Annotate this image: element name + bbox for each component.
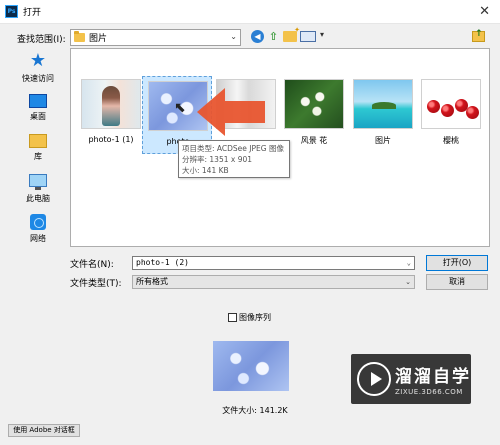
- lookin-label: 查找范围(I):: [17, 35, 66, 45]
- filename-label: 文件名(N):: [70, 260, 114, 270]
- place-library[interactable]: 库: [10, 134, 66, 162]
- thumbnail: [353, 79, 413, 129]
- chevron-down-icon: ⌄: [230, 32, 237, 41]
- file-name: photo-1 (1): [88, 135, 134, 144]
- places-bar: ★ 快速访问 桌面 库 此电脑 网络: [10, 48, 66, 247]
- folder-icon: [74, 31, 85, 42]
- watermark-title: 溜溜自学: [395, 367, 471, 387]
- file-name: 樱桃: [443, 136, 459, 145]
- up-folder-icon[interactable]: ⇧: [267, 30, 280, 43]
- network-icon: [30, 214, 46, 230]
- place-desktop[interactable]: 桌面: [10, 94, 66, 122]
- watermark-url: ZIXUE.3D66.COM: [395, 388, 463, 396]
- chevron-down-icon: ⌄: [405, 278, 411, 286]
- image-sequence-checkbox[interactable]: [228, 313, 237, 322]
- tooltip-size: 大小: 141 KB: [182, 166, 229, 175]
- play-logo-icon: [357, 362, 391, 396]
- filetype-select[interactable]: 所有格式 ⌄: [132, 275, 415, 289]
- image-sequence-label: 图像序列: [239, 313, 271, 322]
- view-menu-icon[interactable]: [300, 30, 324, 42]
- lookin-value: 图片: [89, 34, 108, 44]
- back-icon[interactable]: ◀: [251, 30, 264, 43]
- place-quick-access[interactable]: ★ 快速访问: [10, 52, 66, 84]
- lookin-combobox[interactable]: 图片 ⌄: [70, 29, 241, 46]
- place-label: 网络: [30, 234, 46, 243]
- photoshop-app-icon: Ps: [5, 5, 18, 18]
- place-this-pc[interactable]: 此电脑: [10, 174, 66, 204]
- new-folder-icon[interactable]: [283, 26, 300, 42]
- quick-access-star-icon: ★: [29, 50, 47, 71]
- thumbnail: [284, 79, 344, 129]
- use-adobe-dialog-button[interactable]: 使用 Adobe 对话框: [8, 424, 80, 437]
- filename-value: photo-1 (2): [136, 258, 189, 267]
- file-tile[interactable]: 图片: [348, 75, 418, 153]
- tooltip-dimensions: 分辨率: 1351 x 901: [182, 155, 253, 164]
- chevron-down-icon[interactable]: ⌄: [407, 257, 411, 269]
- this-pc-icon: [29, 174, 47, 190]
- folder-up-icon[interactable]: [472, 29, 485, 42]
- file-tile[interactable]: 樱桃: [416, 75, 486, 153]
- filename-input[interactable]: photo-1 (2) ⌄: [132, 256, 415, 270]
- place-label: 桌面: [30, 112, 46, 121]
- place-network[interactable]: 网络: [10, 214, 66, 244]
- cancel-button[interactable]: 取消: [426, 274, 488, 290]
- image-preview: [213, 341, 289, 391]
- filetype-value: 所有格式: [136, 277, 168, 286]
- tooltip-type: 项目类型: ACDSee JPEG 图像: [182, 144, 284, 153]
- image-sequence-option: 图像序列: [228, 312, 271, 323]
- red-arrow-annotation: [197, 88, 265, 136]
- desktop-icon: [29, 94, 47, 108]
- file-name: 图片: [375, 136, 391, 145]
- file-info-tooltip: 项目类型: ACDSee JPEG 图像 分辨率: 1351 x 901 大小:…: [178, 140, 290, 178]
- place-label: 此电脑: [26, 194, 50, 203]
- title-bar: Ps 打开 ✕: [0, 0, 500, 24]
- file-tile[interactable]: photo-1 (1): [76, 75, 146, 153]
- place-label: 快速访问: [22, 74, 54, 83]
- nav-toolbar: ◀ ⇧: [251, 26, 324, 43]
- thumbnail: [421, 79, 481, 129]
- close-icon[interactable]: ✕: [479, 4, 490, 19]
- mouse-cursor-icon: ⬉: [174, 100, 186, 116]
- place-label: 库: [34, 152, 42, 161]
- open-button[interactable]: 打开(O): [426, 255, 488, 271]
- filetype-label: 文件类型(T):: [70, 279, 122, 289]
- window-title: 打开: [23, 8, 42, 18]
- thumbnail: [81, 79, 141, 129]
- file-size-label: 文件大小: 141.2K: [222, 406, 288, 415]
- watermark: 溜溜自学 ZIXUE.3D66.COM: [351, 354, 471, 404]
- library-icon: [29, 134, 47, 148]
